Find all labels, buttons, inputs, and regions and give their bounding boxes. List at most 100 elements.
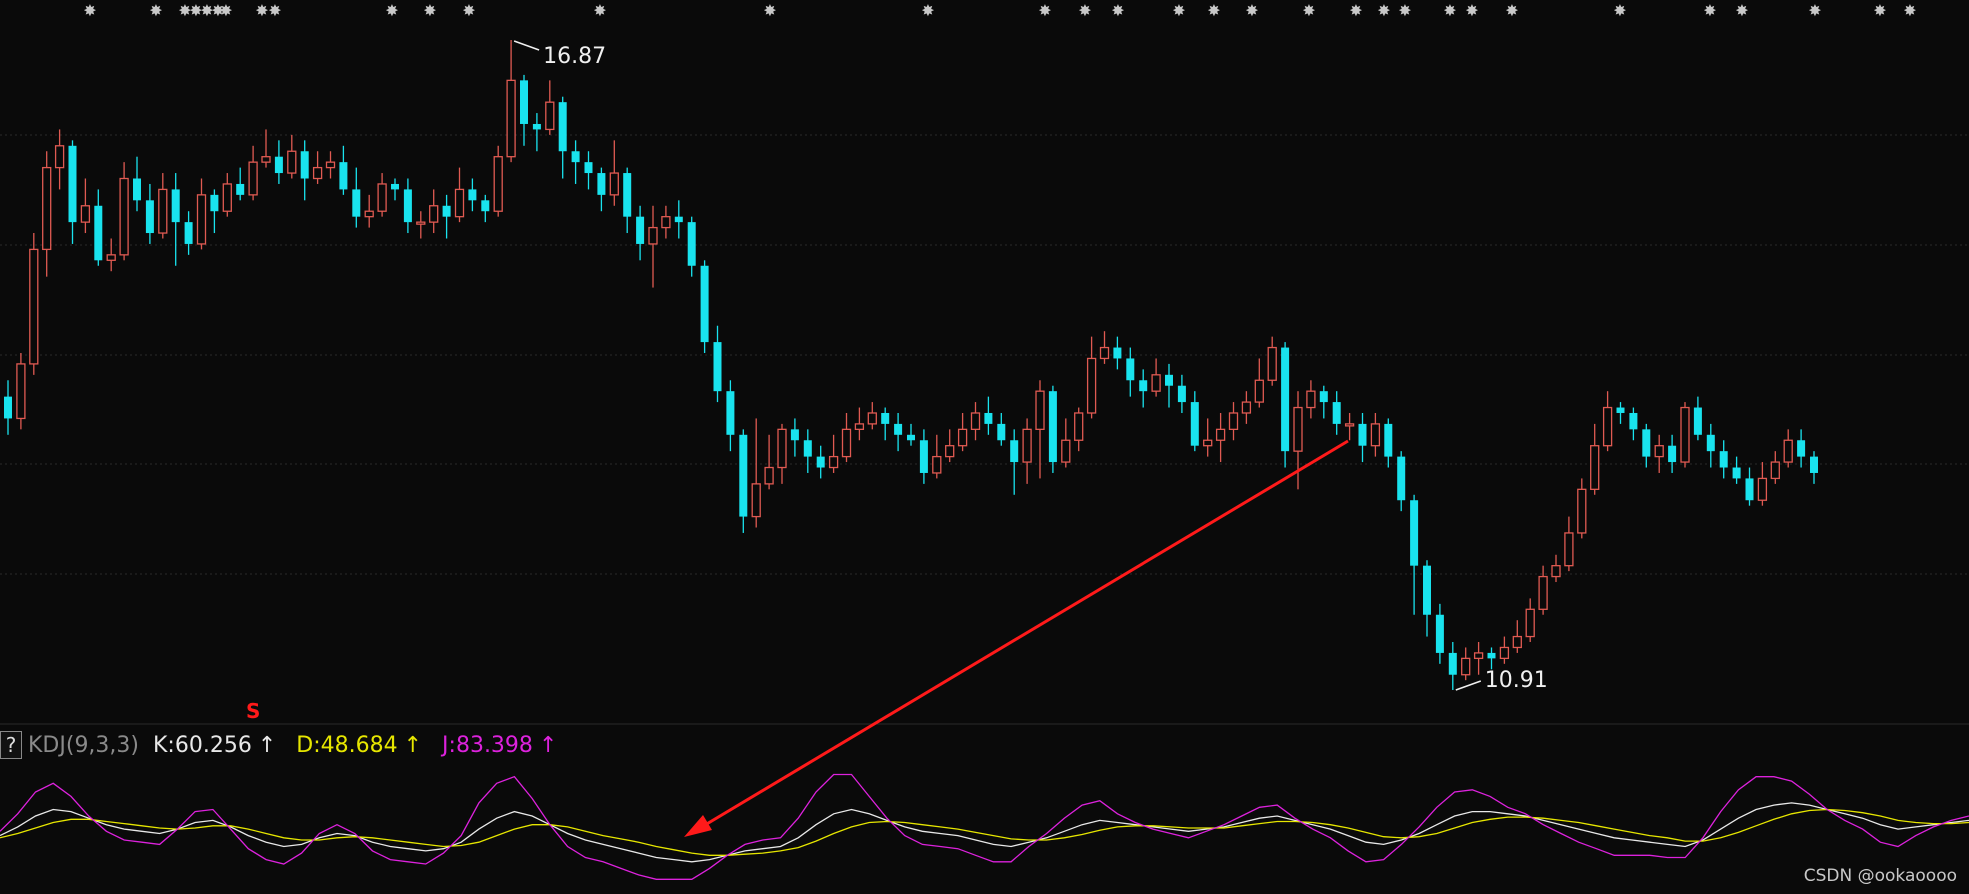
event-marker-icon[interactable]: ✸ (1808, 1, 1821, 20)
candle[interactable] (287, 134, 297, 179)
candle[interactable] (364, 194, 374, 228)
candle[interactable] (1344, 412, 1355, 441)
candle[interactable] (1190, 391, 1199, 452)
candle[interactable] (1126, 347, 1135, 397)
candle[interactable] (1215, 412, 1226, 463)
candle[interactable] (312, 151, 323, 184)
candle[interactable] (1203, 418, 1213, 457)
candle[interactable] (894, 412, 903, 452)
candle[interactable] (623, 167, 632, 234)
candle[interactable] (352, 167, 361, 228)
event-marker-icon[interactable]: ✸ (1349, 1, 1362, 20)
candle[interactable] (1564, 516, 1574, 572)
candle[interactable] (558, 96, 567, 179)
candle[interactable] (1706, 423, 1715, 468)
candle[interactable] (945, 429, 955, 463)
candle[interactable] (481, 194, 490, 223)
candle[interactable] (764, 434, 774, 490)
candle[interactable] (119, 162, 129, 261)
event-marker-icon[interactable]: ✸ (268, 1, 281, 20)
candle[interactable] (325, 151, 336, 179)
candle[interactable] (1525, 598, 1535, 643)
candle[interactable] (726, 380, 735, 452)
candle[interactable] (854, 407, 865, 441)
event-marker-icon[interactable]: ✸ (921, 1, 934, 20)
event-marker-icon[interactable]: ✸ (1398, 1, 1411, 20)
candle[interactable] (506, 40, 516, 163)
event-marker-icon[interactable]: ✸ (462, 1, 475, 20)
candle[interactable] (1719, 440, 1728, 479)
candle[interactable] (1074, 407, 1084, 452)
candle[interactable] (248, 145, 258, 201)
candle[interactable] (841, 412, 852, 463)
candle[interactable] (545, 80, 555, 135)
event-marker-icon[interactable]: ✸ (763, 1, 776, 20)
candle[interactable] (16, 353, 26, 430)
candle[interactable] (919, 429, 928, 484)
event-marker-icon[interactable]: ✸ (1302, 1, 1315, 20)
candle[interactable] (1384, 418, 1393, 468)
event-marker-icon[interactable]: ✸ (1245, 1, 1258, 20)
event-marker-icon[interactable]: ✸ (1613, 1, 1626, 20)
event-marker-icon[interactable]: ✸ (1703, 1, 1716, 20)
candle[interactable] (881, 407, 890, 441)
event-marker-icon[interactable]: ✸ (1465, 1, 1478, 20)
event-marker-icon[interactable]: ✸ (1207, 1, 1220, 20)
candle[interactable] (274, 140, 283, 184)
candle[interactable] (145, 183, 154, 244)
candle[interactable] (403, 178, 412, 234)
candle[interactable] (1397, 451, 1406, 512)
candle[interactable] (1281, 342, 1290, 468)
candle[interactable] (1668, 434, 1677, 473)
candle[interactable] (636, 205, 645, 261)
candle[interactable] (1022, 418, 1032, 484)
candle[interactable] (867, 402, 877, 430)
candle[interactable] (1241, 391, 1252, 424)
candle[interactable] (1228, 402, 1239, 441)
candle[interactable] (674, 200, 683, 239)
candle[interactable] (196, 178, 207, 250)
candle[interactable] (442, 194, 451, 239)
candle[interactable] (1048, 385, 1057, 473)
candle[interactable] (584, 151, 593, 190)
candle[interactable] (1770, 451, 1780, 484)
candle[interactable] (984, 396, 993, 435)
candle[interactable] (1616, 402, 1625, 424)
candle[interactable] (106, 238, 116, 272)
candle[interactable] (828, 434, 839, 473)
candle[interactable] (339, 145, 348, 195)
candle[interactable] (687, 216, 696, 277)
candle[interactable] (429, 189, 439, 234)
candle[interactable] (1061, 418, 1071, 468)
event-marker-icon[interactable]: ✸ (593, 1, 606, 20)
candle[interactable] (1732, 456, 1741, 484)
candle[interactable] (1254, 358, 1264, 408)
event-marker-icon[interactable]: ✸ (1443, 1, 1456, 20)
candle[interactable] (997, 412, 1006, 446)
event-marker-icon[interactable]: ✸ (1038, 1, 1051, 20)
event-marker-icon[interactable]: ✸ (1111, 1, 1124, 20)
candle[interactable] (1358, 412, 1367, 463)
candle[interactable] (790, 418, 799, 457)
candle[interactable] (1035, 380, 1045, 479)
candle[interactable] (377, 173, 387, 217)
candle[interactable] (777, 423, 787, 484)
candle[interactable] (300, 140, 309, 201)
candle[interactable] (29, 233, 39, 375)
candle[interactable] (42, 151, 52, 277)
candle[interactable] (94, 189, 103, 266)
candle[interactable] (957, 412, 968, 452)
candle[interactable] (609, 140, 619, 206)
candle[interactable] (1577, 478, 1587, 539)
candle[interactable] (133, 156, 141, 212)
event-marker-icon[interactable]: ✸ (83, 1, 96, 20)
event-marker-icon[interactable]: ✸ (1735, 1, 1748, 20)
candle[interactable] (1797, 429, 1806, 468)
candle[interactable] (1010, 429, 1019, 495)
event-marker-icon[interactable]: ✸ (385, 1, 398, 20)
event-marker-icon[interactable]: ✸ (219, 1, 232, 20)
candle[interactable] (1423, 560, 1431, 637)
help-button[interactable]: ? (0, 731, 22, 759)
candle[interactable] (1151, 358, 1161, 397)
candle[interactable] (1745, 467, 1754, 506)
